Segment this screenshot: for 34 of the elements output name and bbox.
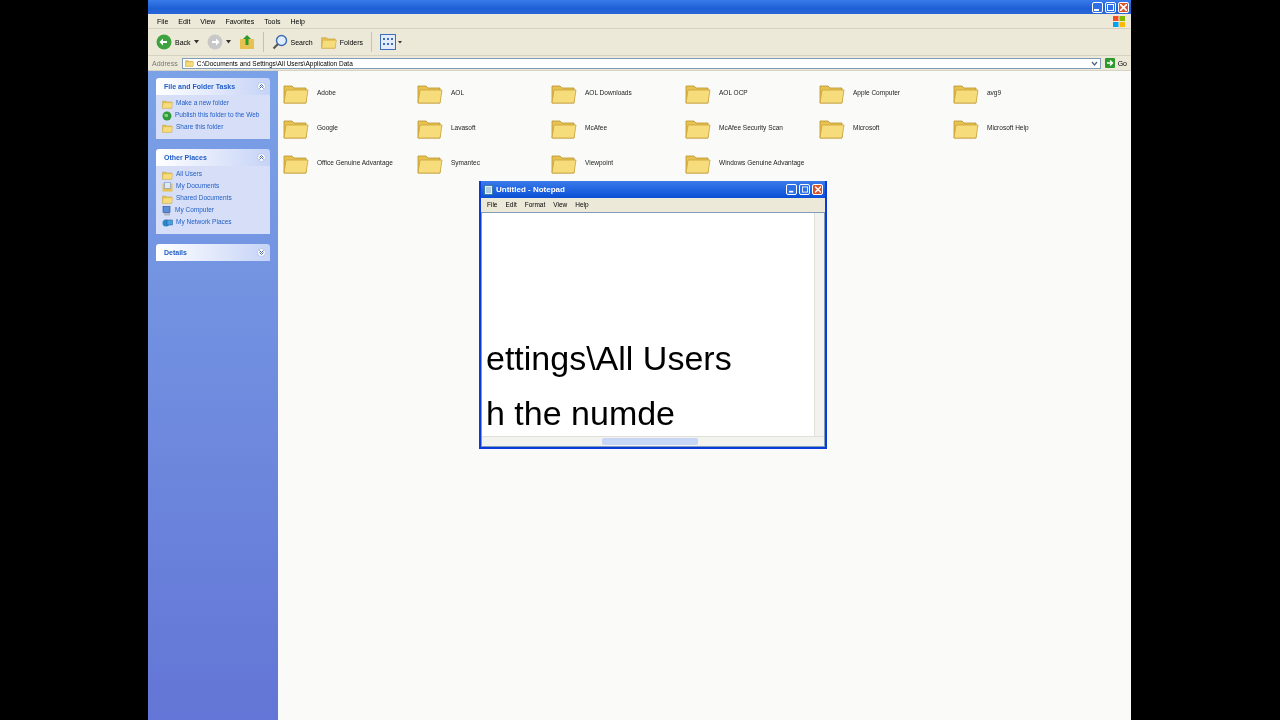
notepad-icon — [484, 184, 493, 195]
close-button[interactable] — [812, 184, 823, 195]
minimize-button[interactable] — [1092, 1, 1103, 13]
documents-folder-icon — [162, 182, 173, 192]
folder-icon — [162, 99, 173, 109]
close-icon — [1120, 3, 1127, 11]
vertical-scrollbar[interactable] — [814, 213, 824, 436]
views-icon — [380, 34, 403, 50]
dropdown-caret-icon — [225, 40, 231, 44]
network-icon — [162, 218, 173, 228]
computer-icon — [162, 206, 172, 216]
folders-icon — [320, 35, 337, 49]
windows-logo-icon — [1113, 15, 1125, 27]
maximize-button[interactable] — [799, 184, 810, 195]
globe-icon — [162, 111, 172, 121]
maximize-button[interactable] — [1105, 1, 1116, 13]
window-title: Untitled - Notepad — [496, 185, 566, 194]
maximize-icon — [801, 186, 808, 193]
folder-icon — [162, 170, 173, 180]
expand-icon[interactable] — [257, 248, 266, 257]
dropdown-caret-icon — [193, 40, 199, 44]
close-button[interactable] — [1118, 1, 1129, 13]
minimize-button[interactable] — [786, 184, 797, 195]
horizontal-scrollbar[interactable] — [482, 436, 824, 446]
close-icon — [814, 186, 821, 193]
folder-up-icon — [238, 34, 255, 50]
shared-folder-icon — [162, 123, 173, 133]
collapse-icon[interactable] — [257, 153, 266, 162]
folder-icon — [162, 194, 173, 204]
maximize-icon — [1107, 3, 1114, 11]
collapse-icon[interactable] — [257, 82, 266, 91]
folder-icon — [184, 59, 194, 67]
search-icon — [271, 34, 288, 50]
views-button[interactable] — [378, 32, 405, 52]
